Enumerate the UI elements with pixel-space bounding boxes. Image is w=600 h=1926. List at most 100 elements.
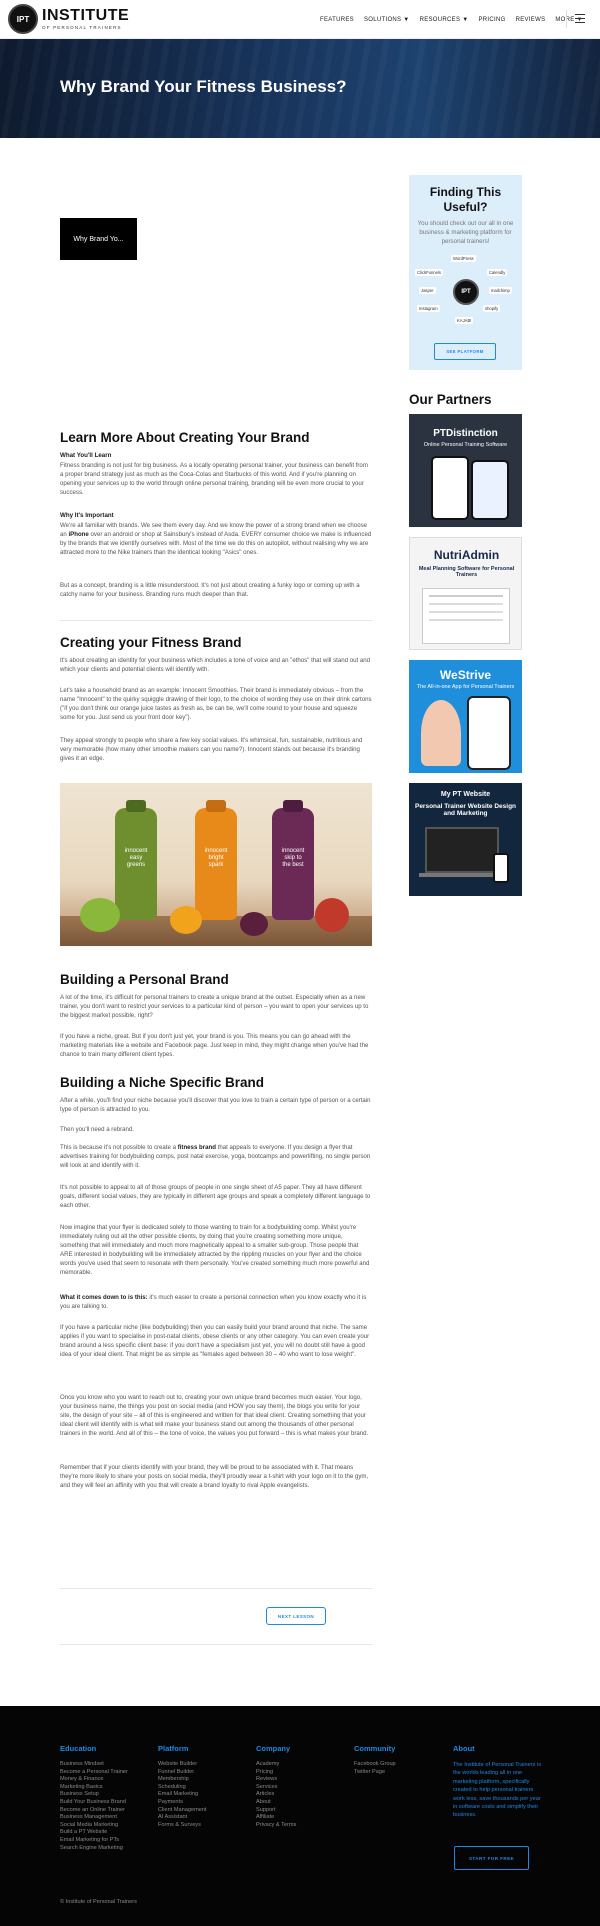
apple <box>80 898 120 932</box>
footer-link[interactable]: Privacy & Terms <box>256 1822 296 1830</box>
paragraph: Fitness branding is not just for big bus… <box>60 462 368 496</box>
hamburger-menu-icon[interactable] <box>575 14 585 26</box>
footer-link[interactable]: Become a Personal Trainer <box>60 1769 128 1777</box>
hero-banner: Why Brand Your Fitness Business? <box>0 39 600 138</box>
paragraph: If you have a niche, great. But if you d… <box>60 1033 369 1058</box>
footer-link[interactable]: Articles <box>256 1791 296 1799</box>
footer-heading: Company <box>256 1744 291 1753</box>
orange <box>170 906 202 934</box>
subheading-what-youll-learn: What You'll Learn <box>60 452 112 459</box>
nav-features[interactable]: FEATURES <box>320 17 354 23</box>
next-lesson-button[interactable]: NEXT LESSON <box>266 1607 326 1625</box>
paragraph: Once you know who you want to reach out … <box>60 1394 369 1437</box>
footer-link[interactable]: Forms & Surveys <box>158 1822 207 1830</box>
logo-main-text: INSTITUTE <box>42 6 130 24</box>
footer-link[interactable]: Search Engine Marketing <box>60 1845 128 1853</box>
wordpress-icon: WordPress <box>451 255 476 262</box>
divider <box>60 1588 372 1589</box>
nav-divider <box>566 10 567 28</box>
footer-link[interactable]: Email Marketing <box>158 1791 207 1799</box>
footer-link[interactable]: Reviews <box>256 1776 296 1784</box>
nav-reviews[interactable]: REVIEWS <box>516 17 546 23</box>
paragraph: If you have a particular niche (like bod… <box>60 1324 370 1358</box>
phone-mockup <box>431 456 469 520</box>
footer-link[interactable]: Social Media Marketing <box>60 1822 128 1830</box>
nav-pricing[interactable]: PRICING <box>478 17 505 23</box>
footer-link[interactable]: Support <box>256 1807 296 1815</box>
smoothie-bottles-photo: innocent easy greens innocent bright spark i… <box>60 783 372 946</box>
site-logo[interactable]: IPT INSTITUTE OF PERSONAL TRAINERS <box>8 4 129 34</box>
partner-westrive[interactable]: WeStrive The All-in-one App for Personal… <box>409 660 522 773</box>
footer-link[interactable]: Facebook Group <box>354 1761 396 1769</box>
logo-sub-text: OF PERSONAL TRAINERS <box>42 24 122 30</box>
footer-link[interactable]: Website Builder <box>158 1761 207 1769</box>
jasper-icon: Jasper <box>419 287 436 294</box>
nav-resources[interactable]: RESOURCES ▼ <box>420 17 469 23</box>
footer-link[interactable]: Build Your Business Brand <box>60 1799 128 1807</box>
footer-link[interactable]: Business Setup <box>60 1791 128 1799</box>
footer-education: Education Business Mindset Become a Perso… <box>60 1744 128 1852</box>
paragraph: But as a concept, branding is a little m… <box>60 582 360 598</box>
video-title: Why Brand Yo... <box>73 235 124 243</box>
footer-heading: Education <box>60 1744 97 1753</box>
footer-link[interactable]: Payments <box>158 1799 207 1807</box>
footer-link[interactable]: Marketing Basics <box>60 1784 128 1792</box>
nav-solutions[interactable]: SOLUTIONS ▼ <box>364 17 410 23</box>
shopify-icon: shopify <box>483 305 501 312</box>
page-title: Why Brand Your Fitness Business? <box>60 77 347 96</box>
paragraph: After a while, you'll find your niche be… <box>60 1097 371 1113</box>
footer-link[interactable]: Services <box>256 1784 296 1792</box>
partners-heading: Our Partners <box>409 392 492 407</box>
footer-link[interactable]: Build a PT Website <box>60 1829 128 1837</box>
footer-link[interactable]: Scheduling <box>158 1784 207 1792</box>
footer-link[interactable]: Funnel Builder <box>158 1769 207 1777</box>
see-platform-button[interactable]: SEE PLATFORM <box>434 343 496 360</box>
partner-ptdistinction[interactable]: PTDistinction Online Personal Training S… <box>409 414 522 527</box>
divider <box>60 620 372 621</box>
bottle-purple: innocent skip to the best <box>272 800 314 920</box>
footer-link[interactable]: Academy <box>256 1761 296 1769</box>
paragraph: It's not possible to appeal to all of th… <box>60 1184 371 1209</box>
footer-about-text: The Institute of Personal Trainers is th… <box>453 1762 541 1819</box>
paragraph: It's about creating an identity for your… <box>60 657 371 673</box>
paragraph: What it comes down to is this: it's much… <box>60 1294 367 1310</box>
paragraph: Let's take a household brand as an examp… <box>60 687 372 721</box>
footer-link[interactable]: AI Assistant <box>158 1814 207 1822</box>
instagram-icon: Instagram <box>417 305 440 312</box>
footer-link[interactable]: Money & Finance <box>60 1776 128 1784</box>
footer-link[interactable]: Pricing <box>256 1769 296 1777</box>
promo-title: Finding This Useful? <box>429 185 502 214</box>
logo-badge-icon: IPT <box>8 4 38 34</box>
promo-text: You should check out our all in one busi… <box>417 220 514 245</box>
footer-about: About The Institute of Personal Trainers… <box>453 1744 543 1820</box>
paragraph: This is because it's not possible to cre… <box>60 1144 371 1169</box>
partner-my-pt-website[interactable]: My PT Website Personal Trainer Website D… <box>409 783 522 896</box>
footer-platform: Platform Website Builder Funnel Builder Me… <box>158 1744 207 1829</box>
logo-text: INSTITUTE OF PERSONAL TRAINERS <box>42 6 130 31</box>
footer-link[interactable]: Client Management <box>158 1807 207 1815</box>
footer-link[interactable]: Become an Online Trainer <box>60 1807 128 1815</box>
footer-heading: Platform <box>158 1744 189 1753</box>
copyright: © Institute of Personal Trainers <box>60 1899 137 1905</box>
paragraph: Then you'll need a rebrand. <box>60 1126 134 1133</box>
partner-nutriadmin[interactable]: NutriAdmin Meal Planning Software for Pe… <box>409 537 522 650</box>
mailchimp-icon: mailchimp <box>489 287 512 294</box>
phone-mockup <box>467 696 511 770</box>
footer-heading: About <box>453 1744 475 1753</box>
footer-link[interactable]: Affiliate <box>256 1814 296 1822</box>
section-heading-niche-brand: Building a Niche Specific Brand <box>60 1075 265 1090</box>
subheading-why-important: Why It's Important <box>60 512 114 519</box>
start-for-free-button[interactable]: START FOR FREE <box>454 1846 529 1870</box>
footer-link[interactable]: Email Marketing for PTs <box>60 1837 128 1845</box>
calendly-icon: Calendly <box>487 269 508 276</box>
paragraph: Remember that if your clients identify w… <box>60 1464 369 1489</box>
kajabi-icon: KAJABI <box>455 317 474 324</box>
footer-link[interactable]: Membership <box>158 1776 207 1784</box>
footer-link[interactable]: About <box>256 1799 296 1807</box>
video-player[interactable]: Why Brand Yo... <box>60 218 137 260</box>
footer-link[interactable]: Twitter Page <box>354 1769 396 1777</box>
footer-link[interactable]: Business Mindset <box>60 1761 128 1769</box>
trainer-photo <box>421 700 461 766</box>
footer-link[interactable]: Business Management <box>60 1814 128 1822</box>
paragraph: They appeal strongly to people who share… <box>60 737 363 762</box>
